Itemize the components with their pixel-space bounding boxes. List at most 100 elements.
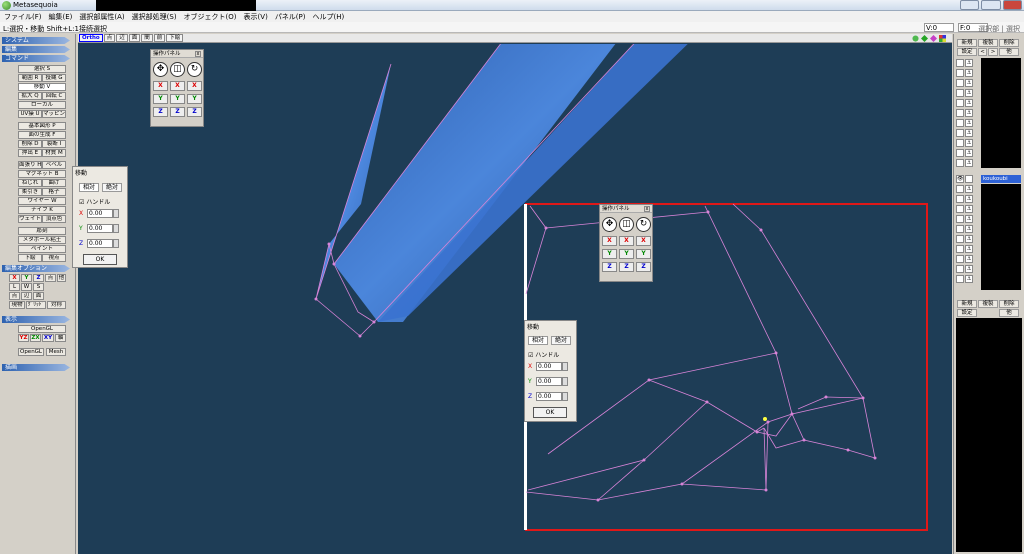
range-button[interactable]: 範囲 R [18,74,42,82]
move-all-icon[interactable]: ✥ [602,217,617,232]
axis-toggle[interactable]: 軸 [55,334,66,342]
object-settings-button[interactable]: 設定 [957,48,977,56]
material-settings-button[interactable]: 設定 [957,309,977,317]
sculpt-button[interactable]: 彫刻 [18,227,66,235]
color-grid-icon[interactable] [939,35,946,42]
object-other-button[interactable]: 他 [999,48,1019,56]
object-next-button[interactable]: > [988,48,998,56]
menu-object[interactable]: オブジェクト(O) [184,12,237,22]
edge-display-toggle[interactable]: 辺 [116,34,128,42]
paint-button[interactable]: ペイント [18,245,66,253]
scene-canvas[interactable] [78,44,952,554]
snap-other-toggle[interactable]: 他 [57,274,66,282]
scale-y-button[interactable]: Y [170,94,185,104]
rotate-z-button[interactable]: Z [187,107,202,117]
object-row-active[interactable]: 👁 [956,175,976,183]
menu-view[interactable]: 表示(V) [244,12,268,22]
axis-z-toggle[interactable]: Z [33,274,44,282]
rotate-y-button[interactable]: Y [187,94,202,104]
handle-checkbox[interactable]: ☑ ハンドル [528,350,559,359]
scale-y-button[interactable]: Y [619,249,634,259]
object-row[interactable]: ⚓ [956,275,976,283]
view-yz-button[interactable]: YZ [18,334,29,342]
selected-vertex[interactable] [763,417,767,421]
duplicate-material-button[interactable]: 複製 [978,300,998,308]
screen-s-toggle[interactable]: S [33,283,44,291]
ok-button[interactable]: OK [83,254,117,265]
close-icon[interactable]: x [644,206,650,212]
move-y-button[interactable]: Y [602,249,617,259]
world-w-toggle[interactable]: W [21,283,32,291]
rotate-y-button[interactable]: Y [636,249,651,259]
new-material-button[interactable]: 新規 [957,300,977,308]
wire-button[interactable]: ワイヤー W [18,197,66,205]
move-button[interactable]: 移動 V [18,83,66,91]
move-y-button[interactable]: Y [153,94,168,104]
object-row[interactable]: ⚓ [956,225,976,233]
axis-y-toggle[interactable]: Y [21,274,32,282]
object-row[interactable]: ⚓ [956,195,976,203]
vertex-color-button[interactable]: 頂点色 [42,215,66,223]
twist-button[interactable]: ねじれ [18,179,42,187]
active-object-name[interactable]: koukoubi [981,175,1021,183]
move-z-button[interactable]: Z [153,107,168,117]
scale-x-button[interactable]: X [619,236,634,246]
front-display-toggle[interactable]: 前 [153,34,166,42]
object-row[interactable]: ⚓ [956,159,976,167]
magnet-button[interactable]: マグネット B [18,170,66,178]
bevel-button[interactable]: ベベル [42,161,66,169]
x-spinner[interactable] [562,362,568,371]
scale-icon[interactable]: ◫ [170,62,185,77]
move-x-button[interactable]: X [153,81,168,91]
knife-button[interactable]: ナイフ K [18,206,66,214]
metaball-button[interactable]: メタボール粘土 [18,236,66,244]
draw-button[interactable]: 下絵 [18,254,42,262]
section-edit-option[interactable]: 編集オプション [2,265,70,272]
object-list-area-2[interactable] [981,184,1021,290]
delete-button[interactable]: 削除 D [18,140,42,148]
view-xy-button[interactable]: XY [42,334,54,342]
object-row[interactable]: ⚓ [956,109,976,117]
face-gen-button[interactable]: 面の生成 F [18,131,66,139]
absolute-tab[interactable]: 絶対 [102,183,123,192]
new-object-button[interactable]: 新規 [957,39,977,47]
grid-toggle[interactable]: ｸﾞﾘｯﾄﾞ [26,301,46,309]
local-button[interactable]: ローカル [18,101,66,109]
ok-button[interactable]: OK [533,407,567,418]
ortho-toggle[interactable]: Ortho [79,34,103,42]
relative-tab[interactable]: 相対 [528,336,549,345]
material-other-button[interactable]: 他 [999,309,1019,317]
mesh-mode-button[interactable]: Mesh [46,348,66,356]
object-row[interactable]: ⚓ [956,235,976,243]
z-spinner[interactable] [113,239,119,248]
z-input[interactable]: 0.00 [87,239,113,248]
relative-tab[interactable]: 相対 [79,183,100,192]
object-row[interactable]: ⚓ [956,185,976,193]
menu-selection-process[interactable]: 選択部処理(S) [132,12,177,22]
minimize-button[interactable] [960,0,980,10]
edge-mode-toggle[interactable]: 辺 [21,292,32,300]
soft-pull-button[interactable]: 柔引き [18,188,42,196]
menu-panel[interactable]: パネル(P) [275,12,306,22]
pan-icon[interactable] [921,35,928,42]
lattice-button[interactable]: 格子 [42,188,66,196]
opengl-toggle[interactable]: OpenGL [18,325,66,333]
section-system[interactable]: システム [2,37,70,44]
section-display[interactable]: 表示 [2,316,70,323]
rotate-z-button[interactable]: Z [636,262,651,272]
absolute-tab[interactable]: 絶対 [551,336,572,345]
menu-help[interactable]: ヘルプ(H) [313,12,345,22]
x-input[interactable]: 0.00 [87,209,113,218]
viewpoint-button[interactable]: 視点 [42,254,66,262]
handle-checkbox[interactable]: ☑ ハンドル [79,197,110,206]
rotate-x-button[interactable]: X [636,236,651,246]
move-x-button[interactable]: X [602,236,617,246]
section-command[interactable]: コマンド [2,55,70,62]
object-list-area[interactable] [981,58,1021,168]
scale-z-button[interactable]: Z [619,262,634,272]
object-row[interactable]: ⚓ [956,59,976,67]
menu-selection-attr[interactable]: 選択部属性(A) [79,12,124,22]
object-row[interactable]: ⚓ [956,215,976,223]
y-input[interactable]: 0.00 [536,377,562,386]
bend-button[interactable]: 曲げ [42,179,66,187]
